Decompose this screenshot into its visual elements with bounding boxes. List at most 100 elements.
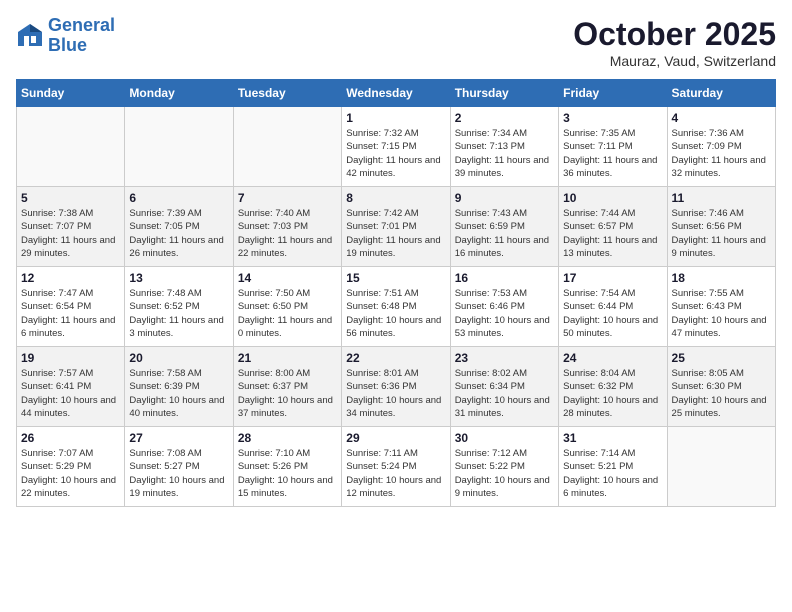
day-info: Sunrise: 7:54 AM Sunset: 6:44 PM Dayligh… [563,287,662,340]
weekday-header-thursday: Thursday [450,80,558,107]
calendar-cell: 12Sunrise: 7:47 AM Sunset: 6:54 PM Dayli… [17,267,125,347]
day-info: Sunrise: 7:14 AM Sunset: 5:21 PM Dayligh… [563,447,662,500]
calendar-cell: 15 Sunrise: 7:51 AM Sunset: 6:48 PM Dayli… [342,267,450,347]
day-info: Sunrise: 7:46 AM Sunset: 6:56 PM Dayligh… [672,207,771,260]
weekday-header-tuesday: Tuesday [233,80,341,107]
day-info: Sunrise: 7:43 AM Sunset: 6:59 PM Dayligh… [455,207,554,260]
calendar-cell [667,427,775,507]
logo-icon [16,22,44,50]
calendar-cell: 23Sunrise: 8:02 AM Sunset: 6:34 PM Dayli… [450,347,558,427]
calendar-cell: 2 Sunrise: 7:34 AM Sunset: 7:13 PM Daylig… [450,107,558,187]
calendar-cell: 29 Sunrise: 7:11 AM Sunset: 5:24 PM Dayli… [342,427,450,507]
day-number: 15 [346,271,445,285]
calendar-cell: 24 Sunrise: 8:04 AM Sunset: 6:32 PM Dayli… [559,347,667,427]
day-number: 21 [238,351,337,365]
day-info: Sunrise: 7:07 AM Sunset: 5:29 PM Dayligh… [21,447,120,500]
day-number: 16 [455,271,554,285]
day-number: 29 [346,431,445,445]
day-info: Sunrise: 7:50 AM Sunset: 6:50 PM Dayligh… [238,287,337,340]
calendar-cell: 21 Sunrise: 8:00 AM Sunset: 6:37 PM Dayli… [233,347,341,427]
calendar-cell: 30Sunrise: 7:12 AM Sunset: 5:22 PM Dayli… [450,427,558,507]
day-number: 19 [21,351,120,365]
day-number: 26 [21,431,120,445]
day-number: 6 [129,191,228,205]
calendar-cell: 20 Sunrise: 7:58 AM Sunset: 6:39 PM Dayli… [125,347,233,427]
day-info: Sunrise: 7:39 AM Sunset: 7:05 PM Dayligh… [129,207,228,260]
calendar-cell: 31 Sunrise: 7:14 AM Sunset: 5:21 PM Dayli… [559,427,667,507]
weekday-header-friday: Friday [559,80,667,107]
weekday-header-monday: Monday [125,80,233,107]
day-number: 22 [346,351,445,365]
day-number: 18 [672,271,771,285]
calendar-week-row: 19 Sunrise: 7:57 AM Sunset: 6:41 PM Dayli… [17,347,776,427]
day-info: Sunrise: 7:57 AM Sunset: 6:41 PM Dayligh… [21,367,120,420]
calendar-cell: 1 Sunrise: 7:32 AM Sunset: 7:15 PM Daylig… [342,107,450,187]
calendar-cell: 5Sunrise: 7:38 AM Sunset: 7:07 PM Daylig… [17,187,125,267]
day-info: Sunrise: 7:58 AM Sunset: 6:39 PM Dayligh… [129,367,228,420]
day-number: 13 [129,271,228,285]
calendar-week-row: 5Sunrise: 7:38 AM Sunset: 7:07 PM Daylig… [17,187,776,267]
weekday-header-saturday: Saturday [667,80,775,107]
calendar-table: SundayMondayTuesdayWednesdayThursdayFrid… [16,79,776,507]
day-number: 23 [455,351,554,365]
day-number: 31 [563,431,662,445]
calendar-cell: 18 Sunrise: 7:55 AM Sunset: 6:43 PM Dayli… [667,267,775,347]
day-number: 11 [672,191,771,205]
day-info: Sunrise: 7:42 AM Sunset: 7:01 PM Dayligh… [346,207,445,260]
logo-line2: Blue [48,35,87,55]
day-info: Sunrise: 7:36 AM Sunset: 7:09 PM Dayligh… [672,127,771,180]
day-number: 25 [672,351,771,365]
day-info: Sunrise: 7:35 AM Sunset: 7:11 PM Dayligh… [563,127,662,180]
day-info: Sunrise: 7:53 AM Sunset: 6:46 PM Dayligh… [455,287,554,340]
day-number: 7 [238,191,337,205]
calendar-cell: 10Sunrise: 7:44 AM Sunset: 6:57 PM Dayli… [559,187,667,267]
weekday-header-sunday: Sunday [17,80,125,107]
title-block: October 2025 Mauraz, Vaud, Switzerland [573,16,776,69]
day-info: Sunrise: 8:01 AM Sunset: 6:36 PM Dayligh… [346,367,445,420]
logo-line1: General [48,15,115,35]
day-info: Sunrise: 7:44 AM Sunset: 6:57 PM Dayligh… [563,207,662,260]
day-info: Sunrise: 7:34 AM Sunset: 7:13 PM Dayligh… [455,127,554,180]
calendar-cell: 25 Sunrise: 8:05 AM Sunset: 6:30 PM Dayli… [667,347,775,427]
calendar-week-row: 1 Sunrise: 7:32 AM Sunset: 7:15 PM Daylig… [17,107,776,187]
day-number: 24 [563,351,662,365]
day-info: Sunrise: 8:00 AM Sunset: 6:37 PM Dayligh… [238,367,337,420]
day-info: Sunrise: 8:05 AM Sunset: 6:30 PM Dayligh… [672,367,771,420]
calendar-cell: 13 Sunrise: 7:48 AM Sunset: 6:52 PM Dayli… [125,267,233,347]
day-info: Sunrise: 7:48 AM Sunset: 6:52 PM Dayligh… [129,287,228,340]
day-number: 2 [455,111,554,125]
day-number: 20 [129,351,228,365]
day-number: 27 [129,431,228,445]
calendar-cell: 22 Sunrise: 8:01 AM Sunset: 6:36 PM Dayli… [342,347,450,427]
calendar-cell: 27 Sunrise: 7:08 AM Sunset: 5:27 PM Dayli… [125,427,233,507]
day-info: Sunrise: 7:51 AM Sunset: 6:48 PM Dayligh… [346,287,445,340]
calendar-cell: 11 Sunrise: 7:46 AM Sunset: 6:56 PM Dayli… [667,187,775,267]
calendar-cell [125,107,233,187]
day-info: Sunrise: 8:04 AM Sunset: 6:32 PM Dayligh… [563,367,662,420]
day-number: 9 [455,191,554,205]
day-info: Sunrise: 7:08 AM Sunset: 5:27 PM Dayligh… [129,447,228,500]
calendar-cell: 14 Sunrise: 7:50 AM Sunset: 6:50 PM Dayli… [233,267,341,347]
calendar-cell [17,107,125,187]
calendar-week-row: 26 Sunrise: 7:07 AM Sunset: 5:29 PM Dayli… [17,427,776,507]
day-number: 4 [672,111,771,125]
day-number: 5 [21,191,120,205]
day-number: 1 [346,111,445,125]
day-info: Sunrise: 7:32 AM Sunset: 7:15 PM Dayligh… [346,127,445,180]
day-number: 14 [238,271,337,285]
calendar-cell: 19 Sunrise: 7:57 AM Sunset: 6:41 PM Dayli… [17,347,125,427]
day-number: 8 [346,191,445,205]
weekday-header-row: SundayMondayTuesdayWednesdayThursdayFrid… [17,80,776,107]
day-number: 30 [455,431,554,445]
day-info: Sunrise: 7:10 AM Sunset: 5:26 PM Dayligh… [238,447,337,500]
calendar-cell: 16 Sunrise: 7:53 AM Sunset: 6:46 PM Dayli… [450,267,558,347]
day-info: Sunrise: 7:11 AM Sunset: 5:24 PM Dayligh… [346,447,445,500]
day-info: Sunrise: 7:55 AM Sunset: 6:43 PM Dayligh… [672,287,771,340]
day-number: 28 [238,431,337,445]
location-subtitle: Mauraz, Vaud, Switzerland [573,53,776,69]
calendar-cell: 28 Sunrise: 7:10 AM Sunset: 5:26 PM Dayli… [233,427,341,507]
weekday-header-wednesday: Wednesday [342,80,450,107]
calendar-cell: 26 Sunrise: 7:07 AM Sunset: 5:29 PM Dayli… [17,427,125,507]
day-number: 12 [21,271,120,285]
month-title: October 2025 [573,16,776,53]
